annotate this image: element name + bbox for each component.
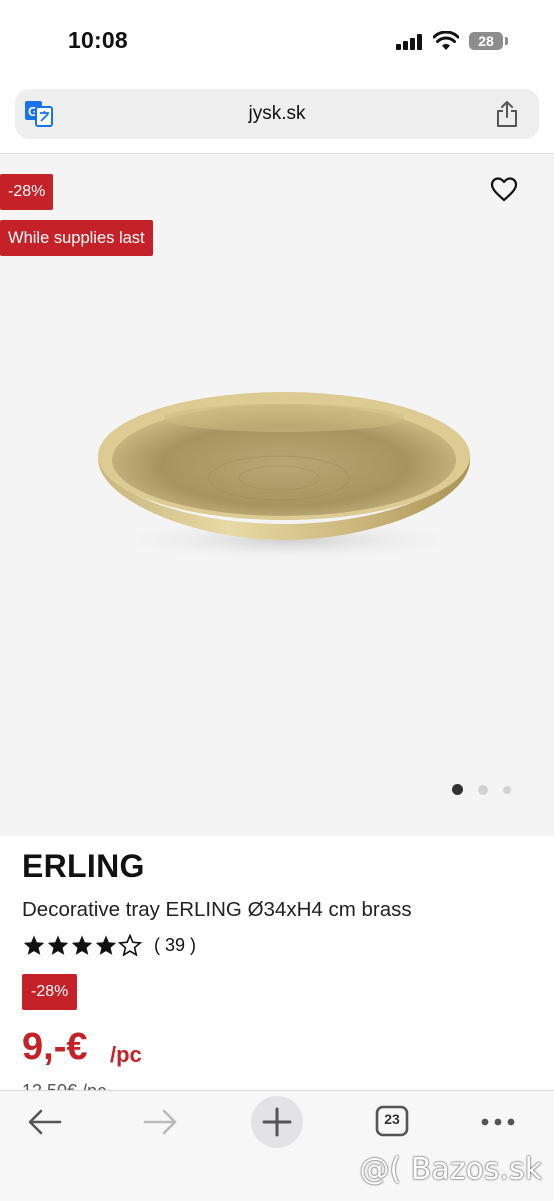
- status-time: 10:08: [68, 27, 128, 53]
- product-price: 9,-€: [22, 1026, 88, 1068]
- signal-icon: [396, 34, 424, 50]
- url-text[interactable]: jysk.sk: [15, 103, 539, 125]
- product-image: [98, 392, 474, 562]
- battery-tip: [505, 37, 508, 45]
- carousel-dot[interactable]: [503, 786, 511, 794]
- more-icon[interactable]: [480, 1115, 516, 1129]
- rating-count[interactable]: ( 39 ): [154, 935, 196, 956]
- star-rating-icon: [23, 934, 141, 956]
- product-name: Decorative tray ERLING Ø34xH4 cm brass: [22, 898, 412, 921]
- new-tab-button[interactable]: [251, 1096, 303, 1148]
- share-icon[interactable]: [495, 100, 519, 128]
- price-discount-badge: -28%: [22, 974, 78, 1010]
- price-unit: /pc: [110, 1042, 142, 1067]
- heart-icon[interactable]: [490, 176, 518, 202]
- plus-icon: [262, 1107, 292, 1137]
- battery-indicator: 28: [469, 32, 503, 50]
- product-brand: ERLING: [22, 848, 145, 884]
- watermark: @( Bazos.sk: [359, 1152, 542, 1187]
- discount-badge: -28%: [0, 174, 54, 210]
- url-bar[interactable]: G jysk.sk: [15, 89, 539, 139]
- status-bar: 10:08 28: [0, 0, 554, 80]
- carousel-dot[interactable]: [478, 785, 488, 795]
- back-arrow-icon[interactable]: [27, 1108, 63, 1136]
- carousel-dot-active[interactable]: [452, 784, 463, 795]
- forward-arrow-icon[interactable]: [142, 1108, 178, 1136]
- supplies-badge: While supplies last: [0, 220, 153, 256]
- product-image-carousel[interactable]: -28% While supplies last: [0, 154, 554, 836]
- tab-count[interactable]: 23: [375, 1111, 409, 1127]
- wifi-icon: [433, 31, 459, 50]
